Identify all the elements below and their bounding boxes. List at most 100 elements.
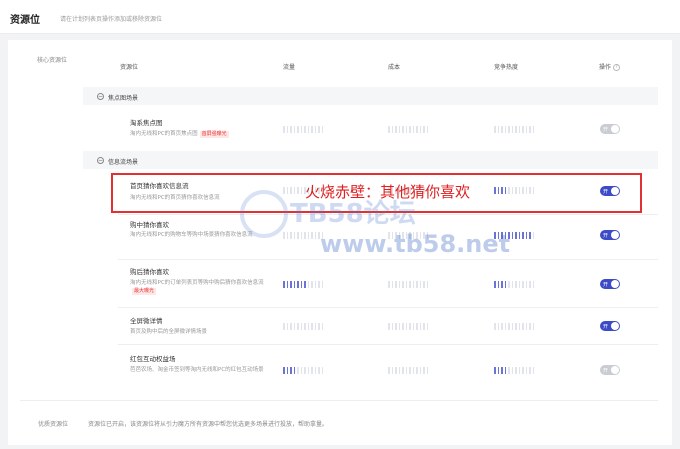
competition-meter bbox=[494, 281, 534, 288]
row-desc-text: 淘内无线和PC的首页焦点图 bbox=[130, 131, 198, 137]
meter-segment bbox=[307, 367, 309, 374]
meter-segment bbox=[515, 126, 517, 133]
row-title: 购中猜你喜欢 bbox=[130, 221, 169, 229]
col-resource: 资源位 bbox=[120, 64, 139, 71]
row-divider bbox=[118, 259, 658, 260]
meter-segment bbox=[311, 281, 313, 288]
row-desc-text: 淘内无线和PC的购物车等购中场景猜你喜欢信息流 bbox=[130, 232, 253, 238]
meter-segment bbox=[388, 323, 390, 330]
section-divider bbox=[20, 400, 658, 401]
meter-segment bbox=[300, 281, 302, 288]
meter-segment bbox=[525, 281, 527, 288]
meter-segment bbox=[304, 367, 306, 374]
meter-segment bbox=[297, 323, 299, 330]
meter-segment bbox=[409, 126, 411, 133]
collapse-icon[interactable]: − bbox=[97, 93, 104, 100]
meter-segment bbox=[419, 126, 421, 133]
row-desc: 淘内无线和PC的首页焦点图 首屏强曝光 bbox=[130, 130, 280, 138]
meter-segment bbox=[314, 281, 316, 288]
cost-meter bbox=[388, 323, 428, 330]
meter-segment bbox=[314, 367, 316, 374]
toggle-knob bbox=[611, 125, 619, 133]
meter-segment bbox=[321, 126, 323, 133]
meter-segment bbox=[290, 126, 292, 133]
meter-segment bbox=[494, 367, 496, 374]
meter-segment bbox=[518, 281, 520, 288]
group-focus[interactable]: − 焦点图场景 bbox=[83, 87, 658, 105]
page-header: 资源位 请在计划列表页操作添加或移除资源位 bbox=[0, 0, 680, 34]
meter-segment bbox=[304, 126, 306, 133]
footer-note: 资源位已开启，该资源位将从引力魔方所有资源中帮您优选更多场景进行投放，帮助拿量。 bbox=[88, 421, 329, 428]
collapse-icon[interactable]: − bbox=[97, 157, 104, 164]
col-action: 操作? bbox=[599, 62, 621, 71]
meter-segment bbox=[290, 281, 292, 288]
toggle-switch[interactable]: 开 bbox=[600, 124, 620, 134]
meter-segment bbox=[497, 281, 499, 288]
meter-segment bbox=[311, 232, 313, 239]
meter-segment bbox=[426, 367, 428, 374]
group-feed-label: 信息流场景 bbox=[108, 159, 139, 166]
meter-segment bbox=[388, 126, 390, 133]
meter-segment bbox=[412, 323, 414, 330]
meter-segment bbox=[529, 232, 531, 239]
meter-segment bbox=[518, 232, 520, 239]
row-desc-text: 淘内无线和PC的订单列表页等购中购后猜你喜欢信息流 bbox=[130, 280, 264, 286]
meter-segment bbox=[412, 367, 414, 374]
meter-segment bbox=[412, 126, 414, 133]
meter-segment bbox=[402, 367, 404, 374]
meter-segment bbox=[423, 281, 425, 288]
meter-segment bbox=[286, 126, 288, 133]
meter-segment bbox=[423, 323, 425, 330]
meter-segment bbox=[304, 232, 306, 239]
group-focus-label: 焦点图场景 bbox=[108, 95, 139, 102]
toggle-switch[interactable]: 开 bbox=[600, 321, 620, 331]
meter-segment bbox=[398, 367, 400, 374]
meter-segment bbox=[426, 323, 428, 330]
meter-segment bbox=[409, 367, 411, 374]
meter-segment bbox=[391, 126, 393, 133]
meter-segment bbox=[395, 323, 397, 330]
meter-segment bbox=[511, 367, 513, 374]
toggle-switch[interactable]: 开 bbox=[600, 365, 620, 375]
meter-segment bbox=[416, 126, 418, 133]
meter-segment bbox=[318, 126, 320, 133]
toggle-knob bbox=[611, 322, 619, 330]
meter-segment bbox=[504, 281, 506, 288]
row-title: 红包互动权益场 bbox=[130, 355, 176, 363]
meter-segment bbox=[525, 323, 527, 330]
meter-segment bbox=[388, 367, 390, 374]
row-tag: 最大曝光 bbox=[132, 288, 157, 295]
meter-segment bbox=[283, 367, 285, 374]
row-divider bbox=[118, 344, 658, 345]
cost-meter bbox=[388, 367, 428, 374]
meter-segment bbox=[426, 281, 428, 288]
col-competition: 竞争热度 bbox=[494, 64, 519, 71]
meter-segment bbox=[511, 126, 513, 133]
meter-segment bbox=[311, 367, 313, 374]
meter-segment bbox=[522, 323, 524, 330]
toggle-switch[interactable]: 开 bbox=[600, 230, 620, 240]
row-desc: 淘内无线和PC的订单列表页等购中购后猜你喜欢信息流最大曝光 bbox=[130, 279, 280, 295]
meter-segment bbox=[293, 367, 295, 374]
meter-segment bbox=[494, 281, 496, 288]
meter-segment bbox=[522, 367, 524, 374]
meter-segment bbox=[300, 323, 302, 330]
meter-segment bbox=[297, 367, 299, 374]
meter-segment bbox=[405, 126, 407, 133]
toggle-switch[interactable]: 开 bbox=[600, 279, 620, 289]
meter-segment bbox=[395, 126, 397, 133]
meter-segment bbox=[504, 367, 506, 374]
meter-segment bbox=[511, 281, 513, 288]
meter-segment bbox=[529, 281, 531, 288]
meter-segment bbox=[416, 367, 418, 374]
meter-segment bbox=[532, 126, 534, 133]
meter-segment bbox=[314, 232, 316, 239]
meter-segment bbox=[532, 232, 534, 239]
meter-segment bbox=[398, 126, 400, 133]
group-feed[interactable]: − 信息流场景 bbox=[83, 151, 658, 169]
meter-segment bbox=[290, 232, 292, 239]
meter-segment bbox=[504, 126, 506, 133]
traffic-meter bbox=[283, 281, 323, 288]
help-icon[interactable]: ? bbox=[613, 64, 621, 71]
toggle-knob bbox=[611, 280, 619, 288]
